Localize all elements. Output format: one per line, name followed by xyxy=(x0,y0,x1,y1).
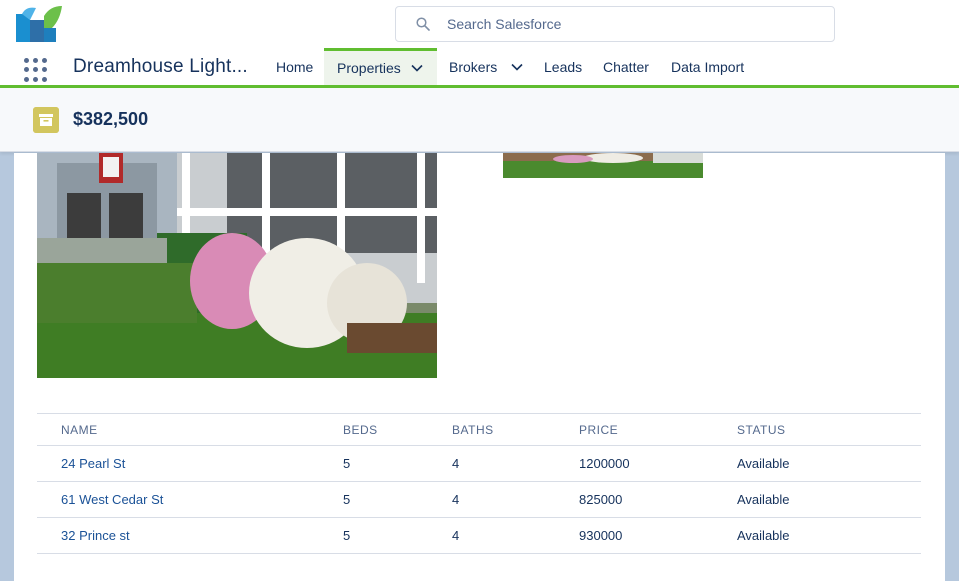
content-card: NAME BEDS BATHS PRICE STATUS 24 Pearl St… xyxy=(14,153,945,581)
table-row: 61 West Cedar St 5 4 825000 Available xyxy=(37,482,921,518)
properties-table: NAME BEDS BATHS PRICE STATUS 24 Pearl St… xyxy=(37,413,921,554)
nav-item-data-import[interactable]: Data Import xyxy=(671,48,744,86)
column-header-price[interactable]: PRICE xyxy=(579,414,618,445)
nav-item-chatter[interactable]: Chatter xyxy=(603,48,649,86)
nav-bar: Dreamhouse Light... Home Properties Brok… xyxy=(0,48,959,88)
baths-cell: 4 xyxy=(452,456,460,471)
nav-item-home[interactable]: Home xyxy=(276,48,313,86)
property-thumbnail[interactable] xyxy=(503,153,703,178)
nav-item-leads[interactable]: Leads xyxy=(544,48,582,86)
beds-cell: 5 xyxy=(343,492,351,507)
column-header-beds[interactable]: BEDS xyxy=(343,414,378,445)
status-cell: Available xyxy=(737,492,790,507)
property-name-link[interactable]: 32 Prince st xyxy=(61,518,130,553)
property-name-link[interactable]: 24 Pearl St xyxy=(61,446,125,481)
nav-item-label: Data Import xyxy=(671,59,745,75)
nav-item-label: Home xyxy=(276,59,314,75)
global-header xyxy=(0,0,959,48)
record-header: $382,500 xyxy=(0,88,959,152)
search-box[interactable] xyxy=(395,6,835,42)
record-title: $382,500 xyxy=(73,109,149,129)
search-icon xyxy=(416,17,430,31)
nav-item-label: Leads xyxy=(544,59,583,75)
column-header-baths[interactable]: BATHS xyxy=(452,414,494,445)
column-header-name[interactable]: NAME xyxy=(61,414,98,445)
baths-cell: 4 xyxy=(452,528,460,543)
property-photo[interactable] xyxy=(37,153,437,378)
chevron-down-icon[interactable] xyxy=(411,64,423,72)
beds-cell: 5 xyxy=(343,528,351,543)
table-row: 24 Pearl St 5 4 1200000 Available xyxy=(37,446,921,482)
baths-cell: 4 xyxy=(452,492,460,507)
search-input[interactable] xyxy=(447,16,807,32)
app-name: Dreamhouse Light... xyxy=(73,56,248,77)
price-cell: 825000 xyxy=(579,492,623,507)
price-cell: 1200000 xyxy=(579,456,630,471)
status-cell: Available xyxy=(737,528,790,543)
status-cell: Available xyxy=(737,456,790,471)
archive-icon xyxy=(33,107,59,133)
price-cell: 930000 xyxy=(579,528,623,543)
table-row: 32 Prince st 5 4 930000 Available xyxy=(37,518,921,554)
beds-cell: 5 xyxy=(343,456,351,471)
nav-item-label: Properties xyxy=(337,60,401,76)
nav-item-brokers[interactable]: Brokers xyxy=(449,48,523,86)
nav-item-label: Chatter xyxy=(603,59,649,75)
app-launcher-icon[interactable] xyxy=(24,58,48,82)
app-logo[interactable] xyxy=(16,6,62,42)
chevron-down-icon[interactable] xyxy=(511,63,523,71)
column-header-status[interactable]: STATUS xyxy=(737,414,786,445)
nav-item-properties[interactable]: Properties xyxy=(324,48,437,85)
table-header-row: NAME BEDS BATHS PRICE STATUS xyxy=(37,414,921,446)
nav-item-label: Brokers xyxy=(449,59,498,75)
property-name-link[interactable]: 61 West Cedar St xyxy=(61,482,163,517)
